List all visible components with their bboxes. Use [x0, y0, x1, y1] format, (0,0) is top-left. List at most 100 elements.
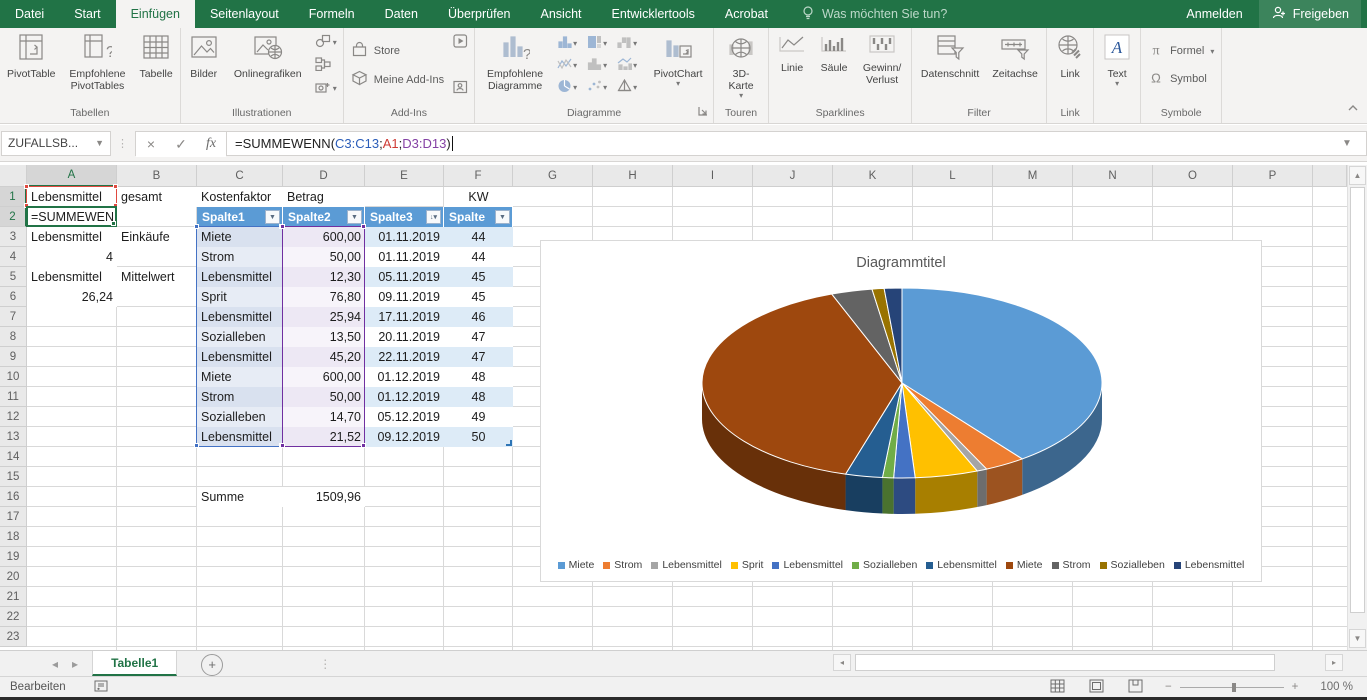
cell-F8[interactable]: 47 [444, 327, 513, 347]
cell-D12[interactable]: 14,70 [283, 407, 365, 427]
scroll-up-icon[interactable]: ▲ [1349, 166, 1366, 185]
ribbon-button-3dkarte[interactable]: 3D-Karte▾ [717, 30, 765, 102]
row-header-7[interactable]: 7 [0, 307, 27, 327]
row-header-11[interactable]: 11 [0, 387, 27, 407]
row-header-9[interactable]: 9 [0, 347, 27, 367]
cell-D16[interactable]: 1509,96 [283, 487, 365, 507]
legend-item-1[interactable]: Strom [603, 559, 642, 571]
filter-dropdown-icon[interactable]: ▼ [495, 210, 510, 224]
legend-item-4[interactable]: Lebensmittel [772, 559, 843, 571]
cell-C1[interactable]: Kostenfaktor [197, 187, 283, 207]
share-button[interactable]: Freigeben [1259, 0, 1361, 28]
legend-item-8[interactable]: Strom [1052, 559, 1091, 571]
row-header-16[interactable]: 16 [0, 487, 27, 507]
ribbon-button-säule[interactable]: Säule [814, 30, 854, 102]
ribbon-tab-formeln[interactable]: Formeln [294, 0, 370, 28]
add-sheet-button[interactable]: + [201, 654, 223, 676]
legend-item-0[interactable]: Miete [558, 559, 595, 571]
row-header-6[interactable]: 6 [0, 287, 27, 307]
name-box[interactable]: ZUFALLSB... ▼ [1, 131, 111, 156]
cell-B3[interactable]: Einkäufe [117, 227, 197, 247]
cell-A6[interactable]: 26,24 [27, 287, 117, 307]
ribbon-button-chart-histo[interactable]: ▾ [584, 54, 614, 76]
chart-title[interactable]: Diagrammtitel [541, 255, 1261, 271]
legend-item-5[interactable]: Sozialleben [852, 559, 917, 571]
ribbon-button-pivotchart[interactable]: PivotChart▾ [646, 30, 710, 102]
macro-record-icon[interactable] [94, 680, 108, 695]
column-header-D[interactable]: D [283, 165, 365, 187]
filter-dropdown-icon[interactable]: ▼ [347, 210, 362, 224]
ribbon-button-chart-hier[interactable]: ▾ [584, 32, 614, 54]
zoom-in-icon[interactable]: + [1292, 681, 1299, 693]
ribbon-button-bing-maps[interactable] [451, 32, 470, 52]
cell-D7[interactable]: 25,94 [283, 307, 365, 327]
vertical-scroll-thumb[interactable] [1350, 187, 1365, 613]
ribbon-tab-seitenlayout[interactable]: Seitenlayout [195, 0, 294, 28]
cell-E12[interactable]: 05.12.2019 [365, 407, 444, 427]
cell-D13[interactable]: 21,52 [283, 427, 365, 447]
column-header-I[interactable]: I [673, 165, 753, 187]
row-header-1[interactable]: 1 [0, 187, 27, 207]
cell-F11[interactable]: 48 [444, 387, 513, 407]
horizontal-scrollbar[interactable]: ◂ ▸ [833, 653, 1353, 673]
row-header-3[interactable]: 3 [0, 227, 27, 247]
ribbon-button-formel[interactable]: πFormel▾ [1148, 42, 1214, 60]
chart-area[interactable]: Diagrammtitel MieteStromLebensmittelSpri… [540, 240, 1262, 582]
dialog-launcher-icon[interactable] [698, 106, 708, 121]
ribbon-button-store[interactable]: Store [351, 41, 444, 60]
legend-item-9[interactable]: Sozialleben [1100, 559, 1165, 571]
cell-C12[interactable]: Sozialleben [197, 407, 283, 427]
insert-function-button[interactable]: fx [196, 132, 226, 157]
ribbon-button-symbol[interactable]: ΩSymbol [1148, 70, 1214, 88]
cell-B5[interactable]: Mittelwert [117, 267, 197, 287]
ribbon-tab-überprüfen[interactable]: Überprüfen [433, 0, 526, 28]
ribbon-button-text[interactable]: AText▾ [1097, 30, 1137, 102]
tab-scroll-divider[interactable]: ⋮ [319, 651, 331, 676]
cell-E13[interactable]: 09.12.2019 [365, 427, 444, 447]
ribbon-button-tabelle[interactable]: Tabelle [135, 30, 176, 102]
column-header-partial[interactable] [1313, 165, 1347, 187]
scroll-right-icon[interactable]: ▸ [1325, 654, 1343, 671]
cell-F13[interactable]: 50 [444, 427, 513, 447]
filter-dropdown-icon[interactable]: ↓▾ [426, 210, 441, 224]
cell-E10[interactable]: 01.12.2019 [365, 367, 444, 387]
ribbon-button-bilder[interactable]: Bilder [184, 30, 224, 102]
cell-E8[interactable]: 20.11.2019 [365, 327, 444, 347]
sign-in-button[interactable]: Anmelden [1174, 7, 1254, 21]
zoom-slider[interactable] [1180, 687, 1284, 688]
cell-D3[interactable]: 600,00 [283, 227, 365, 247]
pie-chart[interactable] [541, 273, 1263, 553]
zoom-slider-handle[interactable] [1232, 683, 1236, 692]
table-header-spalte2[interactable]: Spalte2▼ [283, 207, 365, 227]
row-header-14[interactable]: 14 [0, 447, 27, 467]
cell-C6[interactable]: Sprit [197, 287, 283, 307]
ribbon-button-chart-scatter[interactable]: ▾ [584, 76, 614, 98]
cell-F9[interactable]: 47 [444, 347, 513, 367]
legend-item-2[interactable]: Lebensmittel [651, 559, 722, 571]
ribbon-button-shapes[interactable]: ▾ [313, 32, 339, 52]
ribbon-button-onlinegrafiken[interactable]: Onlinegrafiken [226, 30, 310, 102]
page-break-view-icon[interactable] [1128, 679, 1143, 696]
ribbon-button-empfohlene-diagramme[interactable]: ?Empfohlene Diagramme [478, 30, 552, 102]
ribbon-button-linie[interactable]: Linie [772, 30, 812, 102]
table-header-spalte[interactable]: Spalte▼ [444, 207, 513, 227]
normal-view-icon[interactable] [1050, 679, 1065, 696]
ribbon-button-datenschnitt[interactable]: Datenschnitt [915, 30, 985, 102]
row-header-2[interactable]: 2 [0, 207, 27, 227]
column-header-F[interactable]: F [444, 165, 513, 187]
cell-E4[interactable]: 01.11.2019 [365, 247, 444, 267]
table-resize-handle[interactable] [506, 440, 512, 446]
cancel-button[interactable]: × [136, 132, 166, 157]
column-header-K[interactable]: K [833, 165, 913, 187]
cell-D10[interactable]: 600,00 [283, 367, 365, 387]
collapse-ribbon-icon[interactable] [1347, 102, 1359, 116]
legend-item-7[interactable]: Miete [1006, 559, 1043, 571]
cell-C5[interactable]: Lebensmittel [197, 267, 283, 287]
ribbon-button-chart-water[interactable]: ▾ [614, 32, 644, 54]
formula-input[interactable]: =SUMMEWENN(C3:C13;A1;D3:D13) ▼ [226, 131, 1367, 156]
ribbon-button-screenshot[interactable]: ▾ [313, 78, 339, 98]
cell-E11[interactable]: 01.12.2019 [365, 387, 444, 407]
cell-E5[interactable]: 05.11.2019 [365, 267, 444, 287]
column-header-O[interactable]: O [1153, 165, 1233, 187]
cell-C7[interactable]: Lebensmittel [197, 307, 283, 327]
